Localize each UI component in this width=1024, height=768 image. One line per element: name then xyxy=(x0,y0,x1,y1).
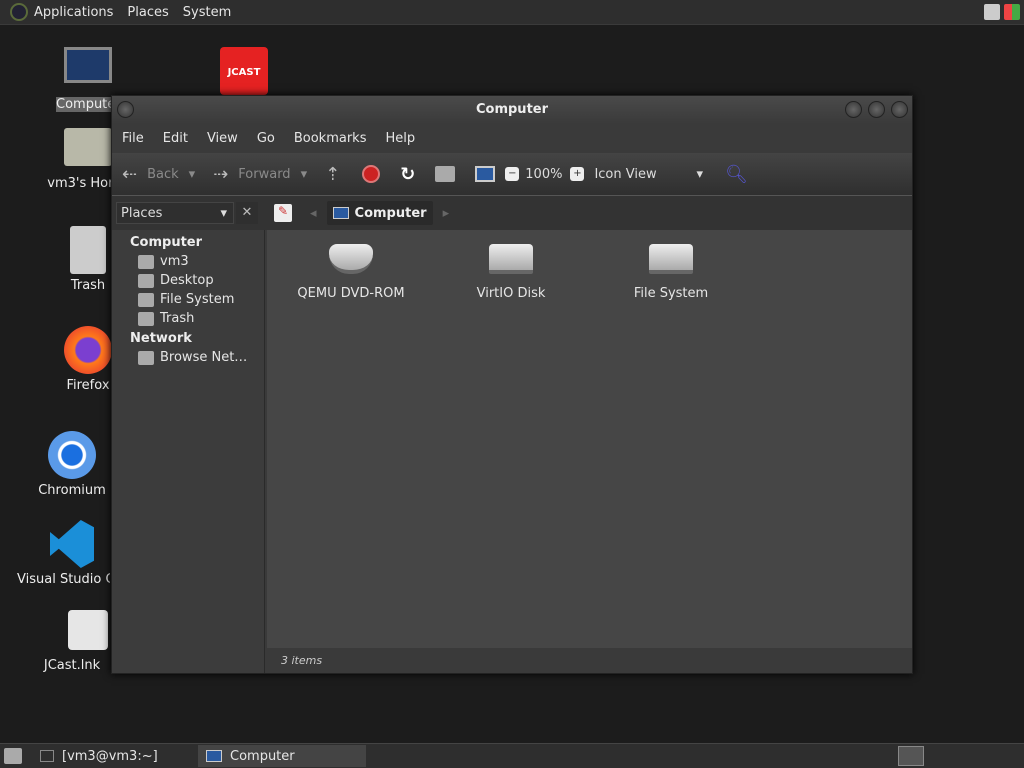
menu-go[interactable]: Go xyxy=(257,131,275,146)
forward-arrow-icon[interactable]: ⇢ xyxy=(213,164,228,185)
menu-bar: File Edit View Go Bookmarks Help xyxy=(112,124,912,153)
menu-applications[interactable]: Applications xyxy=(34,5,113,20)
maximize-button[interactable] xyxy=(868,101,885,118)
menu-help[interactable]: Help xyxy=(385,131,415,146)
window-title: Computer xyxy=(475,102,549,117)
taskbar-item-computer[interactable]: Computer xyxy=(198,745,366,767)
shortcut-icon xyxy=(68,610,108,650)
sidebar-section-computer: Computer xyxy=(130,235,203,250)
jcast-icon[interactable]: JCAST xyxy=(220,47,268,95)
sidebar-item-vm3[interactable]: vm3 xyxy=(112,250,264,269)
distro-logo-icon[interactable] xyxy=(10,3,28,21)
workspace-switcher-icon[interactable] xyxy=(898,746,924,766)
sidebar-item-desktop[interactable]: Desktop xyxy=(112,269,264,288)
desktop-icon xyxy=(138,273,154,288)
stop-icon[interactable] xyxy=(362,165,381,183)
computer-icon xyxy=(332,207,349,219)
drive-icon xyxy=(138,292,154,307)
network-icon xyxy=(138,350,154,365)
back-arrow-icon[interactable]: ⇠ xyxy=(122,164,137,185)
path-button-computer[interactable]: Computer xyxy=(326,201,433,225)
file-item-virtio-disk[interactable]: VirtIO Disk xyxy=(431,244,591,301)
sidebar-item-file-system[interactable]: File System xyxy=(112,288,264,307)
window-menu-button[interactable] xyxy=(117,101,134,118)
home-icon[interactable] xyxy=(435,166,456,182)
toolbar: ⇠ Back ▾ ⇢ Forward ▾ ⇡ ↻ − 100% + Icon V… xyxy=(112,153,912,196)
firefox-icon xyxy=(64,326,112,374)
path-scroll-right[interactable]: ▸ xyxy=(443,206,450,221)
status-bar: 3 items xyxy=(267,648,912,673)
optical-drive-icon xyxy=(329,244,373,274)
forward-button[interactable]: Forward xyxy=(238,167,290,182)
window-titlebar[interactable]: Computer xyxy=(112,96,912,124)
taskbar-item-terminal[interactable]: [vm3@vm3:~] xyxy=(32,745,192,767)
zoom-out-icon[interactable]: − xyxy=(505,167,520,181)
trash-icon xyxy=(70,226,106,274)
top-panel: Applications Places System xyxy=(0,0,1024,25)
windows-flag-icon[interactable] xyxy=(1004,4,1020,20)
menu-file[interactable]: File xyxy=(122,131,144,146)
computer-icon xyxy=(206,750,222,762)
home-folder-icon xyxy=(138,254,154,269)
show-desktop-icon[interactable] xyxy=(4,748,22,764)
menu-bookmarks[interactable]: Bookmarks xyxy=(294,131,367,146)
chromium-icon xyxy=(48,431,96,479)
terminal-icon xyxy=(40,750,54,762)
hard-disk-icon xyxy=(489,244,533,274)
view-mode-select[interactable]: Icon View xyxy=(594,167,686,182)
menu-places[interactable]: Places xyxy=(127,5,168,20)
network-icon[interactable] xyxy=(984,4,1000,20)
view-mode-dropdown[interactable]: ▾ xyxy=(696,167,703,182)
path-scroll-left[interactable]: ◂ xyxy=(310,206,317,221)
home-folder-icon xyxy=(64,128,112,166)
edit-location-icon[interactable]: ✎ xyxy=(274,204,292,222)
zoom-level: 100% xyxy=(525,166,563,182)
file-item-dvd-rom[interactable]: QEMU DVD-ROM xyxy=(271,244,431,301)
bottom-panel: [vm3@vm3:~] Computer xyxy=(0,743,1024,768)
back-history-dropdown[interactable]: ▾ xyxy=(189,167,196,182)
location-bar: Places ▾ ✕ ✎ ◂ Computer ▸ xyxy=(112,196,912,230)
computer-icon[interactable] xyxy=(475,166,496,182)
file-item-file-system[interactable]: File System xyxy=(591,244,751,301)
sidebar-item-browse-network[interactable]: Browse Net… xyxy=(112,346,264,365)
close-sidebar-button[interactable]: ✕ xyxy=(236,202,258,224)
zoom-in-icon[interactable]: + xyxy=(570,167,585,181)
menu-system[interactable]: System xyxy=(183,5,231,20)
sidebar-section-network: Network xyxy=(130,331,192,346)
back-button[interactable]: Back xyxy=(147,167,179,182)
file-view[interactable]: QEMU DVD-ROM VirtIO Disk File System xyxy=(267,230,912,648)
sidebar-item-trash[interactable]: Trash xyxy=(112,307,264,326)
minimize-button[interactable] xyxy=(845,101,862,118)
vscode-icon xyxy=(50,520,94,568)
hard-disk-icon xyxy=(649,244,693,274)
menu-view[interactable]: View xyxy=(207,131,238,146)
forward-history-dropdown[interactable]: ▾ xyxy=(301,167,308,182)
reload-icon[interactable]: ↻ xyxy=(400,164,415,185)
close-button[interactable] xyxy=(891,101,908,118)
places-selector[interactable]: Places ▾ xyxy=(116,202,234,224)
sidebar: Computer vm3 Desktop File System Trash N… xyxy=(112,230,265,673)
file-manager-window: Computer File Edit View Go Bookmarks Hel… xyxy=(111,95,913,674)
computer-icon xyxy=(64,47,112,83)
search-icon[interactable]: 🔍︎ xyxy=(725,164,748,185)
trash-icon xyxy=(138,311,154,326)
menu-edit[interactable]: Edit xyxy=(163,131,188,146)
up-arrow-icon[interactable]: ⇡ xyxy=(325,164,340,185)
